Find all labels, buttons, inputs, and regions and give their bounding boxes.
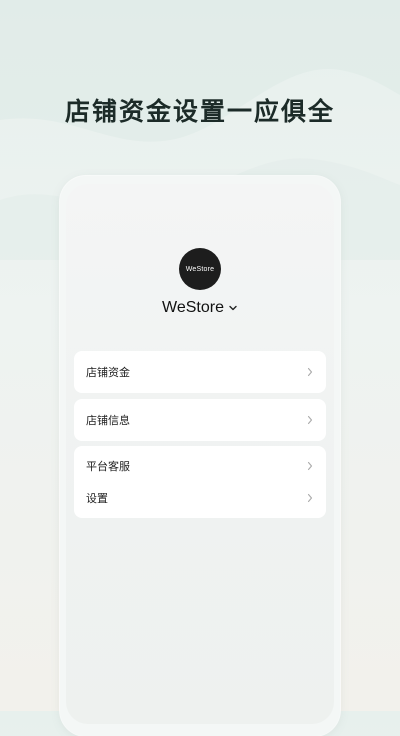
menu-item-settings[interactable]: 设置: [74, 482, 326, 514]
chevron-down-icon: [229, 305, 237, 311]
chevron-right-icon: [307, 415, 313, 425]
menu-item-store-info[interactable]: 店铺信息: [74, 399, 326, 441]
chevron-right-icon: [307, 367, 313, 377]
store-avatar[interactable]: WeStore: [179, 248, 221, 290]
headline: 店铺资金设置一应俱全: [64, 97, 335, 126]
store-switcher[interactable]: WeStore: [0, 299, 400, 317]
menu-item-label: 设置: [86, 492, 108, 505]
chevron-right-icon: [307, 461, 313, 471]
chevron-right-icon: [307, 493, 313, 503]
menu-item-label: 店铺资金: [86, 366, 130, 379]
menu-card-funds: 店铺资金: [74, 351, 326, 393]
menu-item-store-funds[interactable]: 店铺资金: [74, 351, 326, 393]
avatar-logo-text: WeStore: [185, 265, 215, 273]
menu-card-support: 平台客服 设置: [74, 446, 326, 518]
menu-item-platform-support[interactable]: 平台客服: [74, 450, 326, 482]
menu-card-info: 店铺信息: [74, 399, 326, 441]
menu-item-label: 店铺信息: [86, 414, 130, 427]
store-name: WeStore: [162, 299, 224, 316]
menu-item-label: 平台客服: [86, 460, 130, 473]
